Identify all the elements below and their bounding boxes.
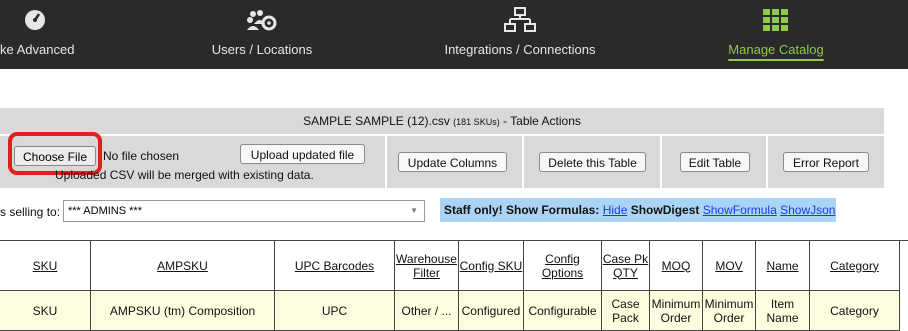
header-category[interactable]: Category (810, 241, 900, 291)
table-row: SKU AMPSKU (tm) Composition UPC Other / … (0, 291, 908, 331)
network-icon (504, 7, 536, 33)
table-actions-label: - Table Actions (503, 114, 581, 128)
cell-ampsku: AMPSKU (tm) Composition (91, 291, 275, 331)
top-nav: ke Advanced Users / Locations Integratio… (0, 0, 908, 69)
show-digest-label[interactable]: ShowDigest (631, 203, 700, 217)
header-name[interactable]: Name (756, 241, 810, 291)
nav-label-advanced: ke Advanced (0, 42, 75, 57)
update-columns-button[interactable]: Update Columns (398, 152, 507, 172)
cell-mov: Minimum Order (703, 291, 756, 331)
show-formula-link[interactable]: ShowFormula (703, 203, 777, 217)
show-json-link[interactable]: ShowJson (780, 203, 835, 217)
header-config-sku[interactable]: Config SKU (459, 241, 524, 291)
cell-warehouse: Other / ... (395, 291, 459, 331)
cell-name: Item Name (756, 291, 810, 331)
hide-link[interactable]: Hide (603, 203, 628, 217)
cell-sku: SKU (0, 291, 91, 331)
csv-filename: SAMPLE SAMPLE (12).csv (303, 114, 450, 128)
header-ampsku[interactable]: AMPSKU (91, 241, 275, 291)
selling-to-label: s selling to: (0, 205, 61, 219)
chevron-down-icon: ▼ (410, 206, 418, 215)
cell-upc: UPC (275, 291, 395, 331)
divider (522, 136, 524, 188)
header-config-options[interactable]: Config Options (524, 241, 602, 291)
cell-category: Category (810, 291, 900, 331)
cell-case-pk: Case Pack (602, 291, 650, 331)
divider (385, 136, 387, 188)
header-sku[interactable]: SKU (0, 241, 91, 291)
nav-label-manage-catalog: Manage Catalog (728, 42, 824, 57)
header-moq[interactable]: MOQ (650, 241, 703, 291)
divider (660, 136, 662, 188)
nav-item-integrations[interactable]: Integrations / Connections (430, 0, 610, 69)
nav-item-advanced[interactable]: ke Advanced (0, 0, 80, 69)
cell-config-sku: Configured (459, 291, 524, 331)
cell-config-options: Configurable (524, 291, 602, 331)
grid-icon (763, 7, 789, 33)
users-gear-icon (245, 7, 279, 33)
selling-to-select[interactable]: *** ADMINS *** ▼ (63, 200, 425, 222)
staff-label: Staff only! Show Formulas: (444, 203, 600, 217)
edit-table-button[interactable]: Edit Table (680, 152, 750, 172)
table-header-row: SKU AMPSKU UPC Barcodes Warehouse Filter… (0, 240, 908, 291)
gauge-icon (23, 7, 47, 33)
divider (766, 136, 768, 188)
selling-to-value: *** ADMINS *** (68, 205, 142, 217)
delete-table-button[interactable]: Delete this Table (539, 152, 646, 172)
nav-label-integrations: Integrations / Connections (444, 42, 596, 57)
table-actions-title: SAMPLE SAMPLE (12).csv (181 SKUs) - Tabl… (0, 108, 884, 136)
header-upc-barcodes[interactable]: UPC Barcodes (275, 241, 395, 291)
header-warehouse-filter[interactable]: Warehouse Filter (395, 241, 459, 291)
nav-item-manage-catalog[interactable]: Manage Catalog (718, 0, 834, 69)
staff-formulas-bar: Staff only! Show Formulas: Hide ShowDige… (440, 198, 836, 222)
error-report-button[interactable]: Error Report (783, 152, 869, 172)
sku-count: (181 SKUs) (453, 117, 500, 127)
upload-updated-file-button[interactable]: Upload updated file (240, 144, 365, 164)
nav-item-users-locations[interactable]: Users / Locations (190, 0, 334, 69)
header-case-pk-qty[interactable]: Case Pk QTY (602, 241, 650, 291)
header-mov[interactable]: MOV (703, 241, 756, 291)
no-file-label: No file chosen (103, 149, 180, 163)
merge-note: Uploaded CSV will be merged with existin… (55, 168, 314, 182)
cell-moq: Minimum Order (650, 291, 703, 331)
nav-label-users-locations: Users / Locations (211, 42, 313, 57)
